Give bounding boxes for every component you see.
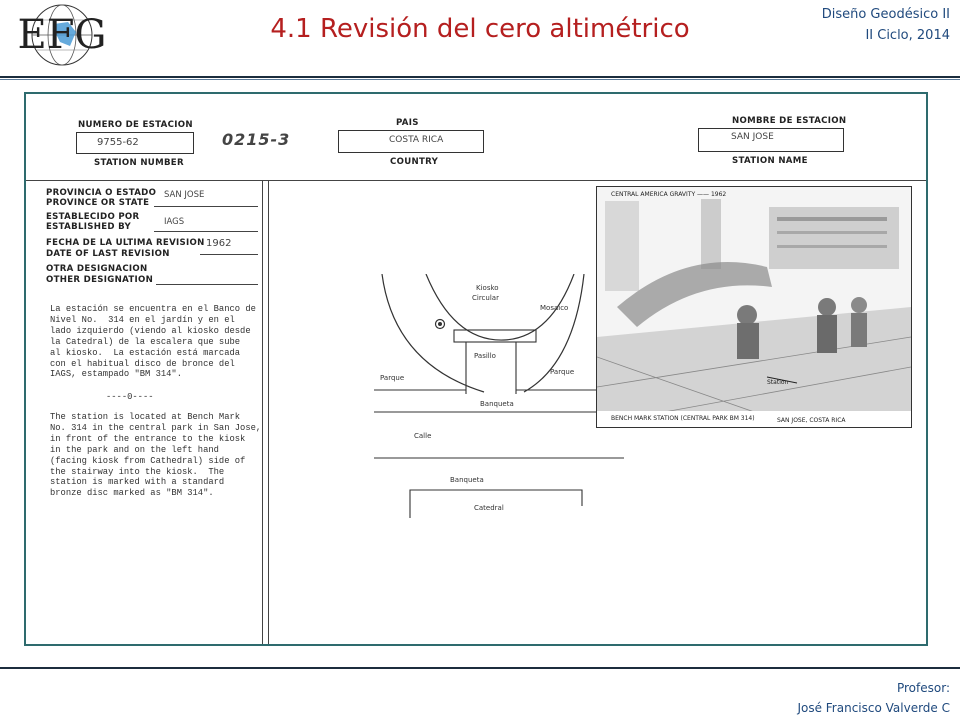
scanned-form: NUMERO DE ESTACION 9755-62 STATION NUMBE… <box>26 94 926 644</box>
handwritten-code: 0215-3 <box>222 130 291 149</box>
station-name-box: SAN JOSE <box>698 128 844 152</box>
station-photo-image <box>597 187 911 427</box>
station-number-box: 9755-62 <box>76 132 194 154</box>
station-number-value: 9755-62 <box>97 137 139 148</box>
course-name: Diseño Geodésico II <box>821 7 950 22</box>
description-separator: ----0---- <box>106 392 154 402</box>
course-term: II Ciclo, 2014 <box>865 28 950 43</box>
kiosk-label-1: Kiosko <box>476 284 499 292</box>
photo-station-label: Station <box>767 379 789 386</box>
slide-title: 4.1 Revisión del cero altimétrico <box>270 14 690 44</box>
station-name-label-es: NOMBRE DE ESTACION <box>732 116 847 126</box>
other-designation-label-en: OTHER DESIGNATION <box>46 275 154 285</box>
last-revision-label-es: FECHA DE LA ULTIMA REVISION <box>46 238 205 248</box>
form-divider <box>26 180 926 182</box>
park-left-label: Parque <box>380 374 404 382</box>
station-number-label-en: STATION NUMBER <box>94 158 184 168</box>
sidewalk-bottom-label: Banqueta <box>450 476 484 484</box>
station-description-card: NUMERO DE ESTACION 9755-62 STATION NUMBE… <box>24 92 928 646</box>
mosaic-label: Mosaico <box>540 304 568 312</box>
footer-info: Profesor: José Francisco Valverde C <box>797 678 950 718</box>
description-english: The station is located at Bench Mark No.… <box>50 412 262 499</box>
established-line <box>154 231 258 233</box>
photo-left-structure <box>605 201 639 291</box>
footer-label: Profesor: <box>896 681 950 695</box>
province-line <box>154 206 258 208</box>
sidewalk-top-label: Banqueta <box>480 400 514 408</box>
header-divider-thin <box>0 79 960 80</box>
last-revision-value: 1962 <box>206 238 232 249</box>
station-name-value: SAN JOSE <box>731 132 774 142</box>
form-column-rule <box>262 180 264 644</box>
country-label-en: COUNTRY <box>390 157 439 167</box>
park-right-label: Parque <box>550 368 574 376</box>
province-label-en: PROVINCE OR STATE <box>46 198 150 208</box>
other-designation-label-es: OTRA DESIGNACION <box>46 264 148 274</box>
photo-caption-left: BENCH MARK STATION (CENTRAL PARK BM 314) <box>611 415 755 422</box>
photo-caption-right: SAN JOSE, COSTA RICA <box>777 417 846 424</box>
aisle-walls <box>465 342 517 394</box>
location-sketch-map: Kiosko Circular Mosaico Pasillo Parque P… <box>374 274 634 518</box>
last-revision-label-en: DATE OF LAST REVISION <box>46 249 170 259</box>
province-value: SAN JOSE <box>164 190 205 200</box>
kiosk-label-2: Circular <box>472 294 499 302</box>
established-label-en: ESTABLISHED BY <box>46 222 132 232</box>
country-value: COSTA RICA <box>389 135 444 145</box>
station-photo: CENTRAL AMERICA GRAVITY —— 1962 Station … <box>596 186 912 428</box>
photo-top-caption: CENTRAL AMERICA GRAVITY —— 1962 <box>611 191 727 198</box>
form-column-rule-2 <box>268 180 270 644</box>
station-name-label-en: STATION NAME <box>732 156 808 166</box>
last-revision-line <box>200 254 258 256</box>
station-number-label-es: NUMERO DE ESTACION <box>78 120 193 130</box>
header-divider <box>0 76 960 78</box>
country-label-es: PAIS <box>396 118 419 128</box>
country-box: COSTA RICA <box>338 130 484 153</box>
photo-building <box>769 207 899 269</box>
professor-name: José Francisco Valverde C <box>797 701 950 715</box>
cathedral-label: Catedral <box>474 504 504 512</box>
established-label-es: ESTABLECIDO POR <box>46 212 140 222</box>
other-designation-line <box>156 284 258 286</box>
aisle-label: Pasillo <box>474 352 496 360</box>
province-label-es: PROVINCIA O ESTADO <box>46 188 157 198</box>
footer-divider <box>0 667 960 669</box>
benchmark-dot <box>438 322 442 326</box>
street-label: Calle <box>414 432 431 440</box>
established-value: IAGS <box>164 217 185 227</box>
description-spanish: La estación se encuentra en el Banco de … <box>50 304 256 380</box>
course-info: Diseño Geodésico II II Ciclo, 2014 <box>822 4 950 46</box>
